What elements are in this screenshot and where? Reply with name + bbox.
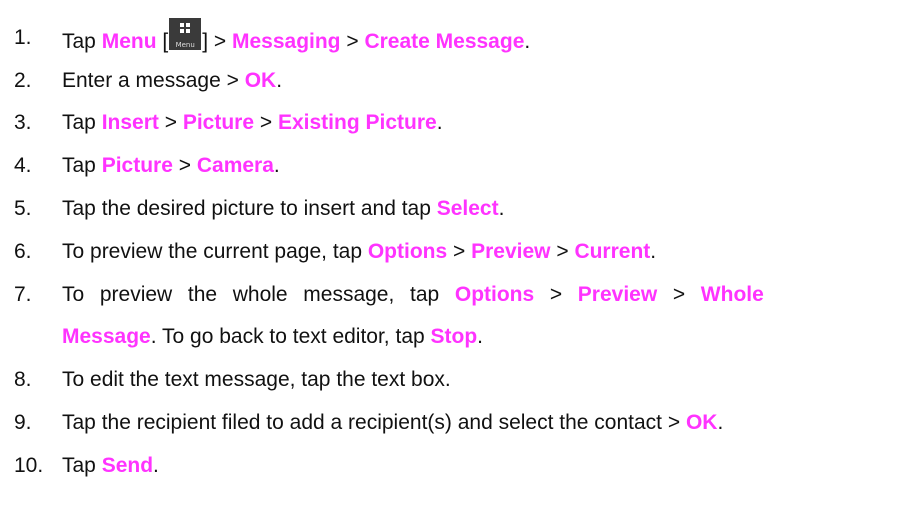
- step-number: 9.: [14, 411, 32, 434]
- step-text-segment: >: [254, 111, 278, 134]
- step-text-segment: Tap: [62, 454, 102, 477]
- step-text: Tap the recipient filed to add a recipie…: [62, 403, 723, 443]
- step-number: 2.: [14, 69, 32, 92]
- step-text-segment: Tap: [62, 154, 102, 177]
- ui-term: Message: [62, 325, 151, 348]
- ui-term: OK: [244, 69, 277, 92]
- step-text-segment: ] >: [202, 30, 232, 53]
- step-item: 1. Tap Menu [Menu] > Messaging > Create M…: [0, 18, 917, 58]
- step-text-segment: >: [340, 30, 365, 53]
- step-number: 10.: [14, 454, 44, 477]
- step-item: 3. Tap Insert > Picture > Existing Pictur…: [0, 103, 917, 143]
- ui-term: Picture: [101, 154, 173, 177]
- ui-term: Messaging: [231, 30, 341, 53]
- step-text-segment: >: [447, 240, 472, 263]
- step-item: 10. Tap Send.: [0, 446, 917, 486]
- step-item: 9. Tap the recipient filed to add a recip…: [0, 403, 917, 443]
- step-number: 6.: [14, 240, 32, 263]
- ui-term: Insert: [101, 111, 159, 134]
- step-text-segment: >: [657, 283, 701, 306]
- ui-term: Create Message: [364, 30, 525, 53]
- ui-term: Preview: [471, 240, 551, 263]
- step-text-segment: [: [156, 30, 169, 53]
- step-item: 5. Tap the desired picture to insert and …: [0, 189, 917, 229]
- ui-term: Preview: [577, 283, 658, 306]
- step-number: 8.: [14, 368, 32, 391]
- step-text: To preview the whole message, tap Option…: [62, 275, 764, 315]
- step-text-segment: >: [534, 283, 578, 306]
- step-text-segment: To edit the text message, tap the text b…: [62, 368, 451, 391]
- step-number: 5.: [14, 197, 32, 220]
- step-text-segment: .: [436, 111, 443, 134]
- step-text: Enter a message > OK.: [62, 61, 282, 101]
- step-text-segment: .: [276, 69, 283, 92]
- step-text-segment: .: [477, 325, 484, 348]
- ui-term: Menu: [101, 30, 157, 53]
- step-text-segment: . To go back to text editor, tap: [150, 325, 431, 348]
- step-text-segment: .: [717, 411, 724, 434]
- step-number: 3.: [14, 111, 32, 134]
- step-item: 6. To preview the current page, tap Optio…: [0, 232, 917, 272]
- step-text-segment: >: [550, 240, 575, 263]
- step-text: To edit the text message, tap the text b…: [62, 360, 451, 400]
- step-text-segment: >: [158, 111, 183, 134]
- step-text-segment: .: [153, 454, 159, 477]
- step-item: 2. Enter a message > OK.: [0, 61, 917, 101]
- step-text: To preview the current page, tap Options…: [62, 232, 656, 272]
- step-item: 7. To preview the whole message, tap Opti…: [0, 275, 917, 315]
- step-text: Tap the desired picture to insert and ta…: [62, 189, 504, 229]
- step-text-segment: To preview the current page, tap: [62, 240, 368, 263]
- step-text-segment: Enter a message >: [62, 69, 245, 92]
- menu-icon: Menu: [169, 18, 202, 50]
- ui-term: Send: [101, 454, 154, 477]
- ui-term: Current: [574, 240, 651, 263]
- step-text-segment: .: [650, 240, 657, 263]
- step-text-segment: To preview the whole message, tap: [62, 283, 455, 306]
- step-text: Tap Send.: [62, 446, 159, 486]
- step-text: Tap Insert > Picture > Existing Picture.: [62, 103, 443, 143]
- step-number: 4.: [14, 154, 32, 177]
- step-text-segment: Tap the recipient filed to add a recipie…: [62, 411, 686, 434]
- ui-term: OK: [685, 411, 718, 434]
- ui-term: Options: [454, 283, 535, 306]
- step-number: 7.: [14, 283, 32, 306]
- step-text-segment: .: [524, 30, 531, 53]
- step-text-segment: >: [172, 154, 197, 177]
- step-item: 8. To edit the text message, tap the text…: [0, 360, 917, 400]
- step-text: Message. To go back to text editor, tap …: [62, 317, 483, 357]
- step-number: 1.: [14, 26, 32, 49]
- step-item: 4. Tap Picture > Camera.: [0, 146, 917, 186]
- step-text-segment: .: [273, 154, 280, 177]
- ui-term: Whole: [700, 283, 764, 306]
- ui-term: Stop: [430, 325, 478, 348]
- step-text: Tap Picture > Camera.: [62, 146, 280, 186]
- step-text-segment: .: [498, 197, 505, 220]
- step-text-segment: Tap: [62, 111, 102, 134]
- ui-term: Existing Picture: [277, 111, 437, 134]
- step-text-segment: Tap: [62, 30, 102, 53]
- ui-term: Picture: [182, 111, 255, 134]
- step-text-segment: Tap the desired picture to insert and ta…: [62, 197, 437, 220]
- step-continuation: Message. To go back to text editor, tap …: [0, 317, 917, 357]
- menu-icon-label: Menu: [175, 41, 195, 49]
- step-text: Tap Menu [Menu] > Messaging > Create Mes…: [62, 18, 530, 62]
- ui-term: Select: [436, 197, 499, 220]
- ui-term: Options: [367, 240, 448, 263]
- ui-term: Camera: [196, 154, 274, 177]
